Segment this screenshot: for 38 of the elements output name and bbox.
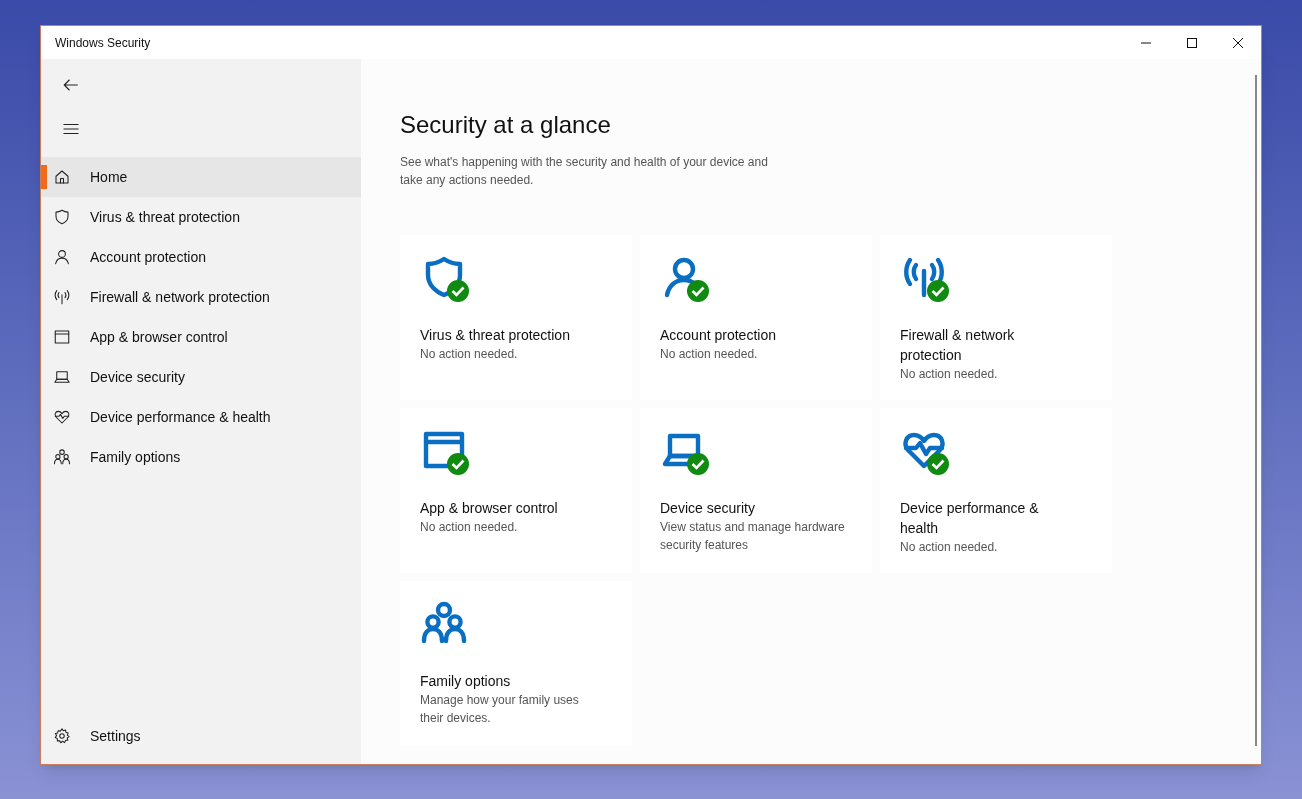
gear-icon <box>53 727 71 745</box>
page-heading: Security at a glance <box>400 110 612 140</box>
window-title: Windows Security <box>55 34 151 52</box>
browser-icon <box>53 328 71 346</box>
settings-item[interactable]: Settings <box>41 716 361 756</box>
tile-title: Device performance & health <box>900 499 1040 538</box>
tile-status: No action needed. <box>900 539 999 556</box>
person-icon <box>53 248 71 266</box>
maximize-icon <box>1186 36 1198 49</box>
tile-status: Manage how your family uses their devices. <box>420 692 580 727</box>
family-icon <box>53 448 71 466</box>
tile-title: Firewall & network protection <box>900 326 1016 365</box>
shield-icon <box>53 208 71 226</box>
close-icon <box>1232 36 1244 49</box>
tile-status: No action needed. <box>420 346 519 363</box>
tile-title: App & browser control <box>420 499 559 518</box>
nav-item[interactable]: Device performance & health <box>41 397 361 437</box>
tile-title: Device security <box>660 499 756 518</box>
nav-item[interactable]: Device security <box>41 357 361 397</box>
tile-status: No action needed. <box>660 346 759 363</box>
heart-icon <box>53 408 71 426</box>
nav-item[interactable]: Home <box>41 157 361 197</box>
home-icon <box>53 168 71 186</box>
nav-item[interactable]: App & browser control <box>41 317 361 357</box>
tile-title: Virus & threat protection <box>420 326 571 345</box>
nav-item[interactable]: Family options <box>41 437 361 477</box>
tile-title: Account protection <box>660 326 777 345</box>
tile-status: View status and manage hardware security features <box>660 519 845 554</box>
tile-status: No action needed. <box>900 366 999 383</box>
nav-item[interactable]: Virus & threat protection <box>41 197 361 237</box>
nav-item[interactable]: Firewall & network protection <box>41 277 361 317</box>
selection-indicator <box>41 165 47 189</box>
nav-item[interactable]: Account protection <box>41 237 361 277</box>
page-description: See what's happening with the security and health of your device and take any actions needed. <box>400 154 769 189</box>
antenna-icon <box>53 288 71 306</box>
tile-title: Family options <box>420 672 512 691</box>
tile-status: No action needed. <box>420 519 519 536</box>
laptop-icon <box>53 368 71 386</box>
